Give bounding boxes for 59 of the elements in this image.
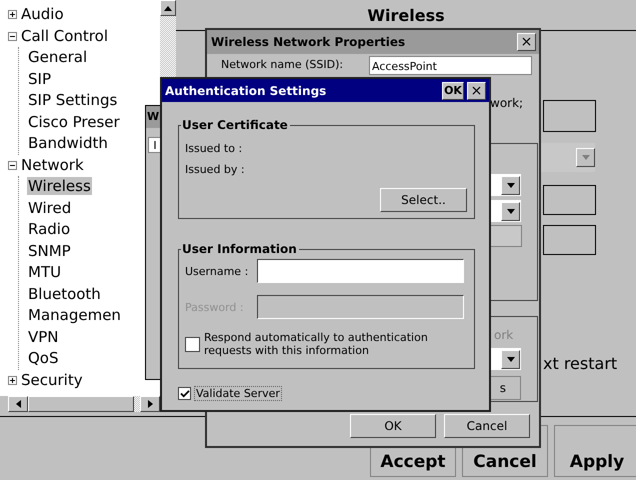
tree-item[interactable]: QoS: [27, 349, 60, 367]
dropdown-arrow-icon: [506, 182, 514, 188]
expand-icon[interactable]: [8, 10, 17, 20]
tree-item[interactable]: SIP: [27, 70, 52, 88]
window-title: Wireless Network Properties: [211, 35, 406, 49]
tree-item[interactable]: Audio: [20, 4, 65, 26]
group-label: ork: [494, 328, 514, 342]
input-field[interactable]: [543, 225, 596, 255]
tree-item[interactable]: Network: [20, 154, 85, 176]
dropdown-arrow-icon: [506, 356, 514, 362]
ssid-field[interactable]: AccessPoint: [369, 56, 532, 75]
checkbox-label: Validate Server: [194, 386, 282, 401]
select-button[interactable]: Select..: [380, 188, 467, 212]
field-label: Username :: [185, 264, 250, 278]
description-text: work;: [490, 96, 524, 110]
tree-item[interactable]: General: [27, 48, 88, 66]
tree-item[interactable]: Managemen: [27, 306, 122, 324]
up-arrow-icon[interactable]: [164, 6, 172, 10]
dialog-button[interactable]: Cancel: [444, 414, 530, 438]
group-label: User Certificate: [181, 118, 290, 132]
tree-item[interactable]: VPN: [27, 328, 60, 346]
tree-item[interactable]: Call Control: [20, 26, 109, 47]
tree-item[interactable]: Security: [20, 370, 84, 391]
action-button[interactable]: Apply: [554, 425, 636, 477]
collapse-icon[interactable]: [8, 32, 17, 41]
dropdown-arrow-icon: [506, 208, 514, 214]
close-button[interactable]: ×: [467, 82, 486, 100]
dropdown-arrow-icon: [582, 155, 590, 160]
tree-item[interactable]: Wired: [27, 198, 72, 216]
dialog-button[interactable]: OK: [350, 414, 436, 438]
tree-item[interactable]: MTU: [27, 263, 62, 281]
collapse-icon[interactable]: [8, 160, 17, 170]
issued-to-label: Issued to :: [185, 141, 244, 157]
tree-item[interactable]: Radio: [27, 220, 72, 238]
issued-by-label: Issued by :: [185, 162, 246, 178]
checkbox[interactable]: [178, 387, 191, 400]
tree-item[interactable]: SIP Settings: [27, 91, 118, 109]
close-button[interactable]: ×: [517, 33, 536, 51]
dropdown[interactable]: [540, 143, 595, 172]
page-title: Wireless: [366, 6, 446, 25]
window-title: Authentication Settings: [165, 84, 328, 98]
username-field[interactable]: [257, 259, 464, 283]
input-field[interactable]: [543, 185, 596, 215]
input-field[interactable]: [543, 100, 596, 132]
horizontal-scrollbar[interactable]: [8, 396, 160, 412]
tree-item[interactable]: Cisco Preser: [27, 112, 121, 130]
tree-item[interactable]: Bandwidth: [27, 134, 109, 152]
checkbox-label: Respond automatically to authentication requests with this information: [204, 331, 429, 357]
field-label: Network name (SSID):: [221, 58, 344, 71]
restart-note: xt restart: [543, 354, 618, 373]
tree-item[interactable]: Bluetooth: [27, 284, 102, 302]
tree-item[interactable]: SNMP: [27, 242, 72, 260]
ok-button[interactable]: OK: [442, 82, 464, 100]
tree-item[interactable]: Wireless: [27, 177, 92, 195]
checkbox[interactable]: [185, 336, 200, 352]
left-arrow-icon[interactable]: [16, 400, 20, 408]
right-arrow-icon[interactable]: [148, 400, 152, 408]
expand-icon[interactable]: [8, 376, 17, 385]
group-label: User Information: [181, 242, 299, 256]
